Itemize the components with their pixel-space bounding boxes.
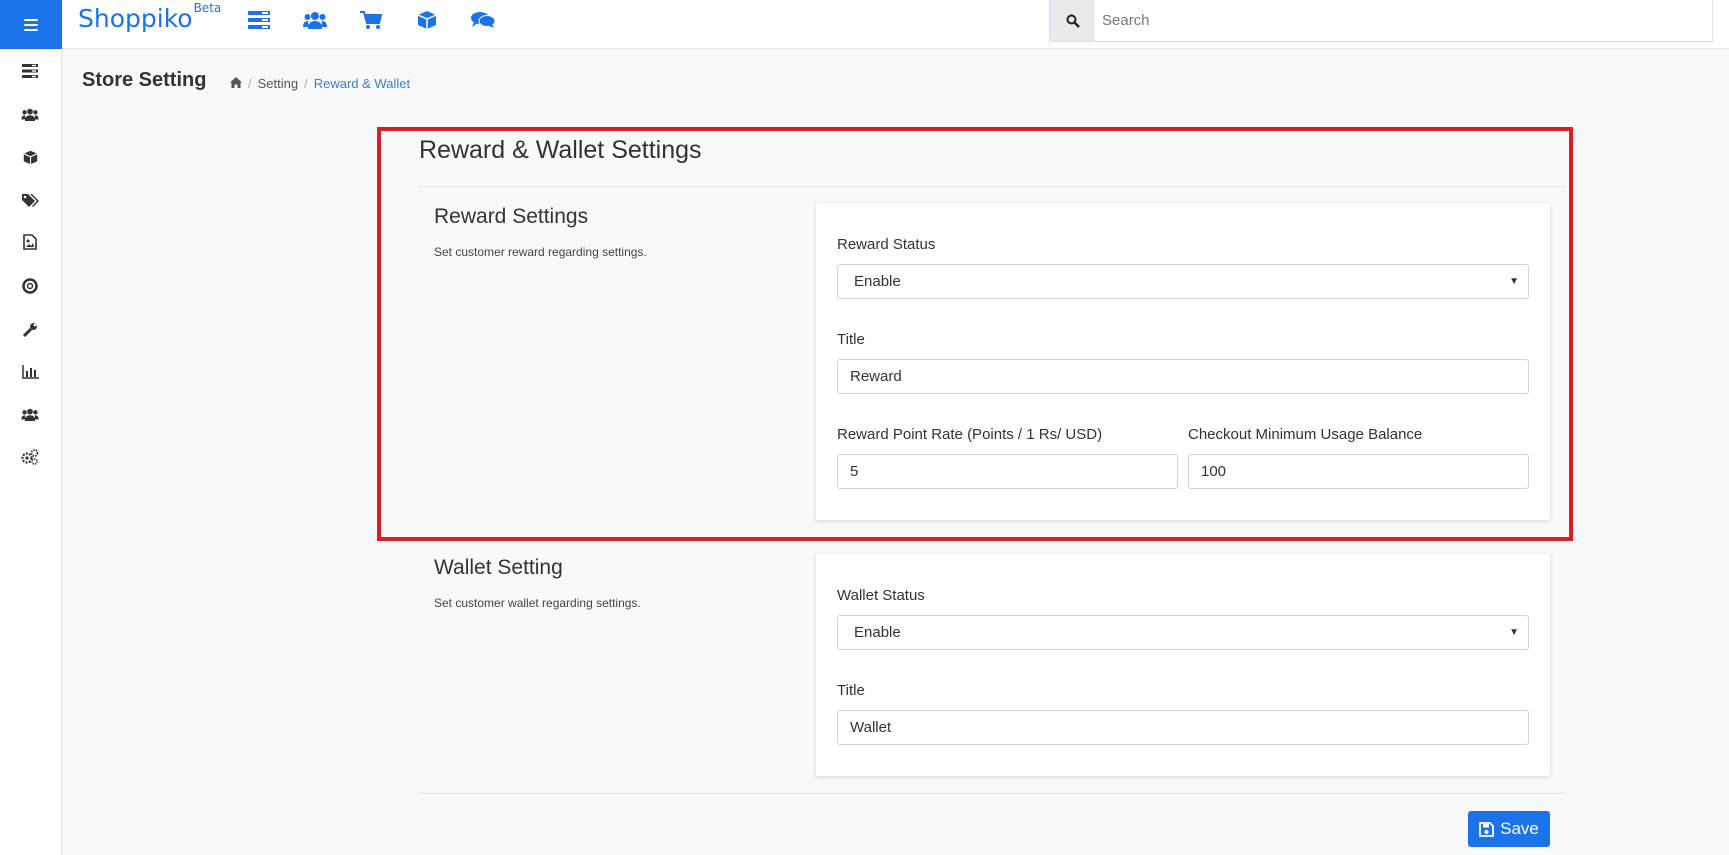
- save-button[interactable]: Save: [1468, 811, 1550, 847]
- support-icon[interactable]: [19, 276, 41, 296]
- dashboard-icon[interactable]: [242, 8, 276, 32]
- breadcrumb-setting[interactable]: Setting: [258, 76, 298, 91]
- menu-toggle-button[interactable]: [0, 0, 62, 49]
- dropdown-caret-icon: ▼: [1509, 627, 1519, 638]
- wallet-settings-title: Wallet Setting: [434, 556, 563, 579]
- breadcrumb: / Setting / Reward & Wallet: [230, 76, 410, 91]
- hamburger-icon: [24, 18, 38, 31]
- save-label: Save: [1500, 819, 1539, 838]
- image-icon[interactable]: [19, 232, 41, 252]
- wallet-status-select[interactable]: Enable ▼: [837, 615, 1529, 650]
- footer-divider: [419, 793, 1565, 794]
- top-navbar: ShoppikoBeta: [0, 0, 1729, 49]
- users-icon[interactable]: [19, 404, 41, 424]
- brand-logo[interactable]: ShoppikoBeta: [78, 0, 222, 33]
- wallet-title-label: Title: [837, 682, 865, 699]
- highlight-box: [377, 127, 1573, 541]
- search-button[interactable]: [1050, 0, 1095, 41]
- sidebar: [0, 49, 62, 855]
- chat-icon[interactable]: [466, 8, 500, 32]
- search-input[interactable]: [1095, 0, 1712, 41]
- breadcrumb-current: Reward & Wallet: [313, 76, 411, 91]
- wallet-title-value: Wallet: [850, 719, 892, 736]
- wallet-title-input[interactable]: Wallet: [837, 710, 1529, 745]
- wallet-settings-card: Wallet Status Enable ▼ Title Wallet: [816, 554, 1550, 776]
- brand-tag: Beta: [193, 0, 222, 15]
- home-icon[interactable]: [230, 76, 242, 91]
- search-bar: [1049, 0, 1713, 42]
- users-icon[interactable]: [19, 104, 41, 124]
- box-icon[interactable]: [19, 147, 41, 167]
- users-icon[interactable]: [298, 8, 332, 32]
- search-icon: [1066, 14, 1080, 28]
- cart-icon[interactable]: [354, 8, 388, 32]
- wallet-settings-description: Set customer wallet regarding settings.: [434, 596, 641, 610]
- breadcrumb-separator: /: [304, 76, 308, 91]
- chart-icon[interactable]: [19, 362, 41, 382]
- wallet-status-value: Enable: [854, 624, 901, 641]
- wallet-status-label: Wallet Status: [837, 587, 925, 604]
- wrench-icon[interactable]: [19, 319, 41, 339]
- dashboard-icon[interactable]: [19, 61, 41, 81]
- top-nav-icons: [242, 8, 500, 32]
- breadcrumb-separator: /: [248, 76, 252, 91]
- page-title: Store Setting: [82, 69, 207, 91]
- tags-icon[interactable]: [19, 190, 41, 210]
- save-icon: [1479, 821, 1495, 837]
- brand-name: Shoppiko: [78, 4, 193, 33]
- box-icon[interactable]: [410, 8, 444, 32]
- settings-icon[interactable]: [19, 447, 41, 467]
